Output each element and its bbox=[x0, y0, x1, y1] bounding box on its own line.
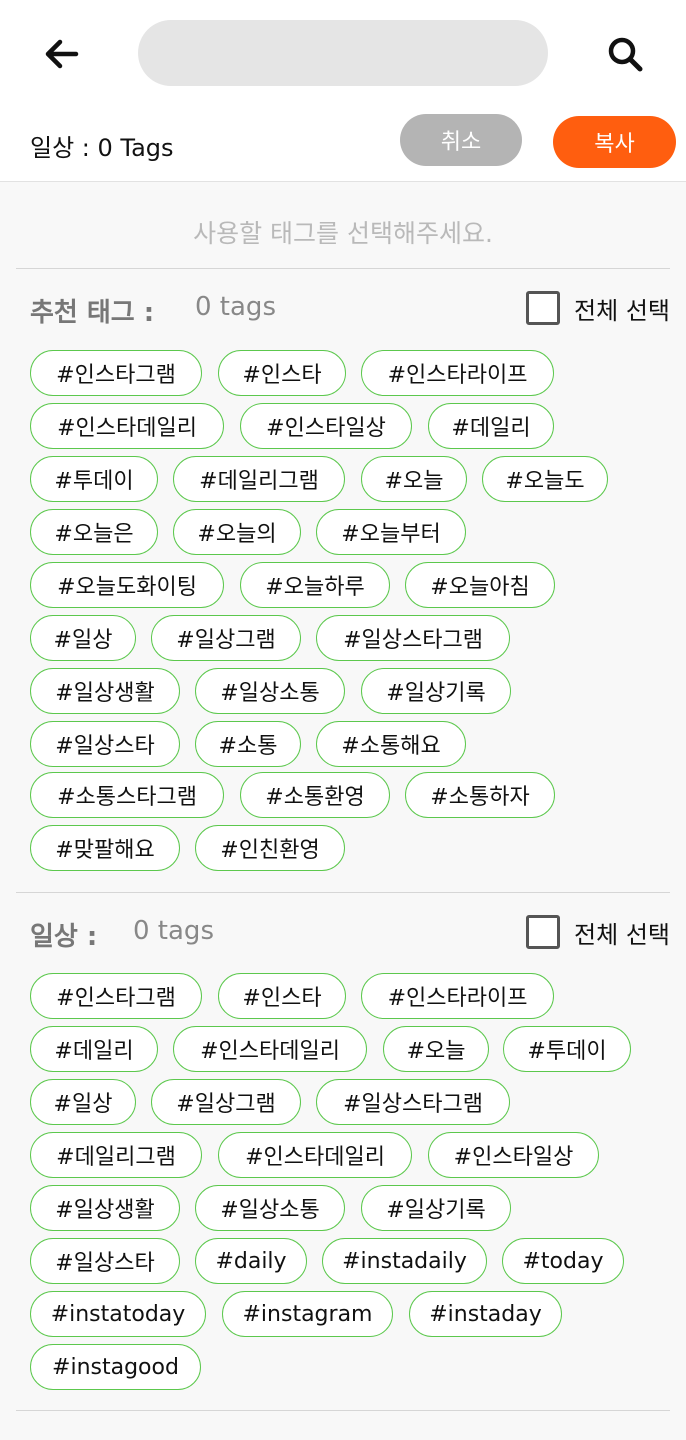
hashtag-chip[interactable]: #소통해요 bbox=[316, 721, 466, 767]
hashtag-chip[interactable]: #인스타일상 bbox=[428, 1132, 599, 1178]
hashtag-chip[interactable]: #오늘도화이팅 bbox=[30, 562, 224, 608]
hashtag-chip[interactable]: #오늘도 bbox=[482, 456, 608, 502]
hashtag-chip[interactable]: #일상스타그램 bbox=[316, 615, 510, 661]
section-title: 일상 : bbox=[30, 922, 98, 952]
copy-button[interactable]: 복사 bbox=[553, 116, 676, 168]
hashtag-chip[interactable]: #일상스타그램 bbox=[316, 1079, 510, 1125]
divider bbox=[16, 892, 670, 893]
hashtag-chip[interactable]: #오늘아침 bbox=[405, 562, 555, 608]
hashtag-chip[interactable]: #일상소통 bbox=[195, 1185, 345, 1231]
hashtag-chip[interactable]: #데일리 bbox=[428, 403, 554, 449]
hashtag-chip[interactable]: #instaday bbox=[409, 1291, 562, 1337]
hashtag-chip[interactable]: #오늘하루 bbox=[240, 562, 390, 608]
hashtag-chip[interactable]: #소통스타그램 bbox=[30, 772, 224, 818]
category-tags-header: 일상 : 0 tags 전체 선택 bbox=[30, 914, 670, 954]
hashtag-chip[interactable]: #오늘의 bbox=[173, 509, 301, 555]
hashtag-chip[interactable]: #일상생활 bbox=[30, 668, 180, 714]
hashtag-chip[interactable]: #데일리그램 bbox=[173, 456, 345, 502]
hashtag-chip[interactable]: #일상스타 bbox=[30, 1238, 180, 1284]
selected-tag-count: 일상 : 0 Tags bbox=[30, 134, 174, 162]
hashtag-chip[interactable]: #인친환영 bbox=[195, 825, 345, 871]
hashtag-chip[interactable]: #일상그램 bbox=[151, 1079, 301, 1125]
hashtag-chip[interactable]: #인스타라이프 bbox=[361, 973, 554, 1019]
hashtag-chip[interactable]: #소통 bbox=[195, 721, 301, 767]
hashtag-chip[interactable]: #인스타데일리 bbox=[173, 1026, 367, 1072]
section-tag-count: 0 tags bbox=[133, 916, 214, 946]
hashtag-chip[interactable]: #인스타그램 bbox=[30, 973, 202, 1019]
arrow-left-icon bbox=[45, 39, 79, 69]
hashtag-chip[interactable]: #일상 bbox=[30, 1079, 136, 1125]
section-tag-count: 0 tags bbox=[195, 292, 276, 322]
hashtag-chip[interactable]: #인스타데일리 bbox=[30, 403, 224, 449]
hashtag-chip[interactable]: #투데이 bbox=[503, 1026, 631, 1072]
selection-hint: 사용할 태그를 선택해주세요. bbox=[193, 219, 493, 248]
section-title: 추천 태그 : bbox=[30, 298, 155, 328]
hashtag-chip[interactable]: #오늘은 bbox=[30, 509, 158, 555]
search-input[interactable] bbox=[138, 20, 548, 86]
hashtag-chip[interactable]: #instagram bbox=[222, 1291, 393, 1337]
divider bbox=[16, 1410, 670, 1411]
hashtag-chip[interactable]: #오늘 bbox=[383, 1026, 489, 1072]
hashtag-chip[interactable]: #instadaily bbox=[322, 1238, 487, 1284]
select-all-label: 전체 선택 bbox=[574, 920, 670, 949]
divider bbox=[16, 268, 670, 269]
hashtag-chip[interactable]: #인스타 bbox=[218, 973, 346, 1019]
hashtag-chip[interactable]: #instagood bbox=[30, 1344, 201, 1390]
hashtag-chip[interactable]: #일상기록 bbox=[361, 1185, 511, 1231]
hashtag-chip[interactable]: #투데이 bbox=[30, 456, 158, 502]
hashtag-chip[interactable]: #일상기록 bbox=[361, 668, 511, 714]
hashtag-chip[interactable]: #daily bbox=[195, 1238, 307, 1284]
hashtag-chip[interactable]: #일상소통 bbox=[195, 668, 345, 714]
hashtag-chip[interactable]: #일상스타 bbox=[30, 721, 180, 767]
hashtag-chip[interactable]: #instatoday bbox=[30, 1291, 206, 1337]
search-icon bbox=[608, 37, 643, 72]
search-button[interactable] bbox=[600, 30, 650, 78]
hashtag-chip[interactable]: #today bbox=[502, 1238, 624, 1284]
cancel-button[interactable]: 취소 bbox=[400, 114, 522, 166]
hashtag-chip[interactable]: #오늘부터 bbox=[316, 509, 466, 555]
select-all-checkbox[interactable] bbox=[526, 915, 561, 949]
top-bar: 일상 : 0 Tags 취소 복사 bbox=[0, 0, 686, 182]
hashtag-chip[interactable]: #소통하자 bbox=[405, 772, 555, 818]
hashtag-chip[interactable]: #일상생활 bbox=[30, 1185, 180, 1231]
hashtag-chip[interactable]: #맞팔해요 bbox=[30, 825, 180, 871]
hashtag-chip[interactable]: #인스타라이프 bbox=[361, 350, 554, 396]
recommended-tags-header: 추천 태그 : 0 tags 전체 선택 bbox=[30, 290, 670, 330]
back-button[interactable] bbox=[38, 30, 86, 78]
hashtag-chip[interactable]: #일상그램 bbox=[151, 615, 301, 661]
select-all-checkbox[interactable] bbox=[526, 291, 561, 325]
select-all-label: 전체 선택 bbox=[574, 296, 670, 325]
select-all-toggle[interactable]: 전체 선택 bbox=[526, 914, 670, 950]
select-all-toggle[interactable]: 전체 선택 bbox=[526, 290, 670, 326]
hashtag-chip[interactable]: #데일리 bbox=[30, 1026, 158, 1072]
hashtag-chip[interactable]: #인스타데일리 bbox=[218, 1132, 412, 1178]
hashtag-chip[interactable]: #데일리그램 bbox=[30, 1132, 202, 1178]
hashtag-chip[interactable]: #일상 bbox=[30, 615, 136, 661]
hashtag-chip[interactable]: #인스타일상 bbox=[240, 403, 412, 449]
hashtag-chip[interactable]: #인스타 bbox=[218, 350, 346, 396]
hashtag-chip[interactable]: #오늘 bbox=[361, 456, 467, 502]
hashtag-chip[interactable]: #인스타그램 bbox=[30, 350, 202, 396]
hashtag-chip[interactable]: #소통환영 bbox=[240, 772, 390, 818]
